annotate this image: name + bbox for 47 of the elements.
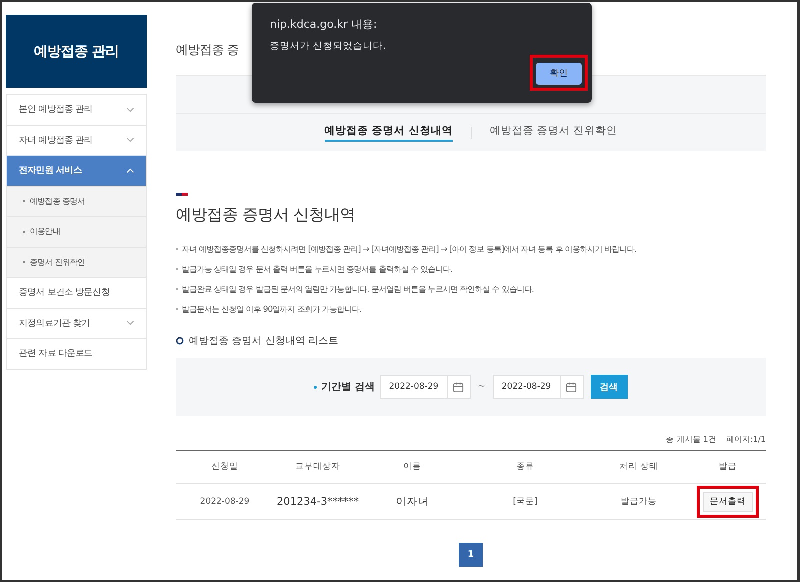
chevron-icon <box>125 166 136 175</box>
page-title: 예방접종 증 <box>176 42 239 59</box>
tab[interactable]: 예방접종 증명서 신청내역 <box>324 124 453 142</box>
table-cell: 이자녀 <box>362 484 463 520</box>
note-text: 자녀 예방접종증명서를 신청하시려면 [예방접종 관리] → [자녀예방접종 관리] → [아이 정보 등록]에서 자녀 등록 후 이용하시기 바랍니다. <box>182 243 637 256</box>
range-separator: ~ <box>478 382 486 392</box>
note-text: 발급문서는 신청일 이후 90일까지 조회가 가능합니다. <box>182 303 362 316</box>
tab[interactable]: 예방접종 증명서 진위확인 <box>490 124 618 142</box>
table-cell: 201234-3****** <box>274 484 362 520</box>
table-cell: 2022-08-29 <box>176 484 274 520</box>
chevron-icon <box>125 136 136 144</box>
calendar-icon <box>453 382 464 392</box>
note-text: 발급완료 상태일 경우 발급된 문서의 열람만 가능합니다. 문서열람 버튼을 누르시면 확인하실 수 있습니다. <box>182 283 534 296</box>
column-header: 처리 상태 <box>588 450 690 484</box>
circle-icon <box>176 337 184 345</box>
dialog-message: 증명서가 신청되었습니다. <box>270 40 388 53</box>
title-mark-icon <box>176 193 188 196</box>
list-title: 예방접종 증명서 신청내역 리스트 <box>189 335 339 348</box>
chevron-icon <box>125 106 136 114</box>
note-text: 발급가능 상태일 경우 문서 출력 버튼을 누르시면 증명서를 출력하실 수 있습니다. <box>182 263 453 276</box>
chevron-icon <box>125 319 136 328</box>
page-button[interactable]: 1 <box>459 543 483 567</box>
dialog-title: nip.kdca.go.kr 내용: <box>270 17 378 32</box>
menu-item[interactable]: 지정의료기관 찾기 <box>7 308 146 339</box>
submenu-item[interactable]: 예방접종 증명서 <box>7 186 146 217</box>
table-cell: [국문] <box>463 484 588 520</box>
sidebar-title: 예방접종 관리 <box>6 15 147 88</box>
bullet-icon <box>314 386 318 388</box>
table-cell: 발급가능 <box>588 484 690 520</box>
submenu-item[interactable]: 증명서 진위확인 <box>7 248 146 278</box>
calendar-icon <box>566 382 578 392</box>
menu-item[interactable]: 전자민원 서비스 <box>7 156 146 186</box>
column-header: 이름 <box>362 450 463 484</box>
menu-item[interactable]: 자녀 예방접종 관리 <box>7 126 146 156</box>
total-count: 총 게시물 1건 <box>666 434 716 445</box>
print-button[interactable]: 문서출력 <box>703 492 753 512</box>
submenu-item[interactable]: 이용안내 <box>7 217 146 248</box>
page-count: 페이지:1/1 <box>726 434 766 445</box>
column-header: 신청일 <box>176 450 274 484</box>
column-header: 교부대상자 <box>274 450 362 484</box>
ok-button[interactable]: 확인 <box>536 62 582 84</box>
column-header: 발급 <box>690 450 766 484</box>
date-field[interactable]: 2022-08-29 <box>492 375 584 399</box>
search-label: 기간별 검색 <box>321 381 375 394</box>
section-title: 예방접종 증명서 신청내역 <box>176 205 357 226</box>
date-field[interactable]: 2022-08-29 <box>380 375 471 399</box>
column-header: 종류 <box>463 450 588 484</box>
